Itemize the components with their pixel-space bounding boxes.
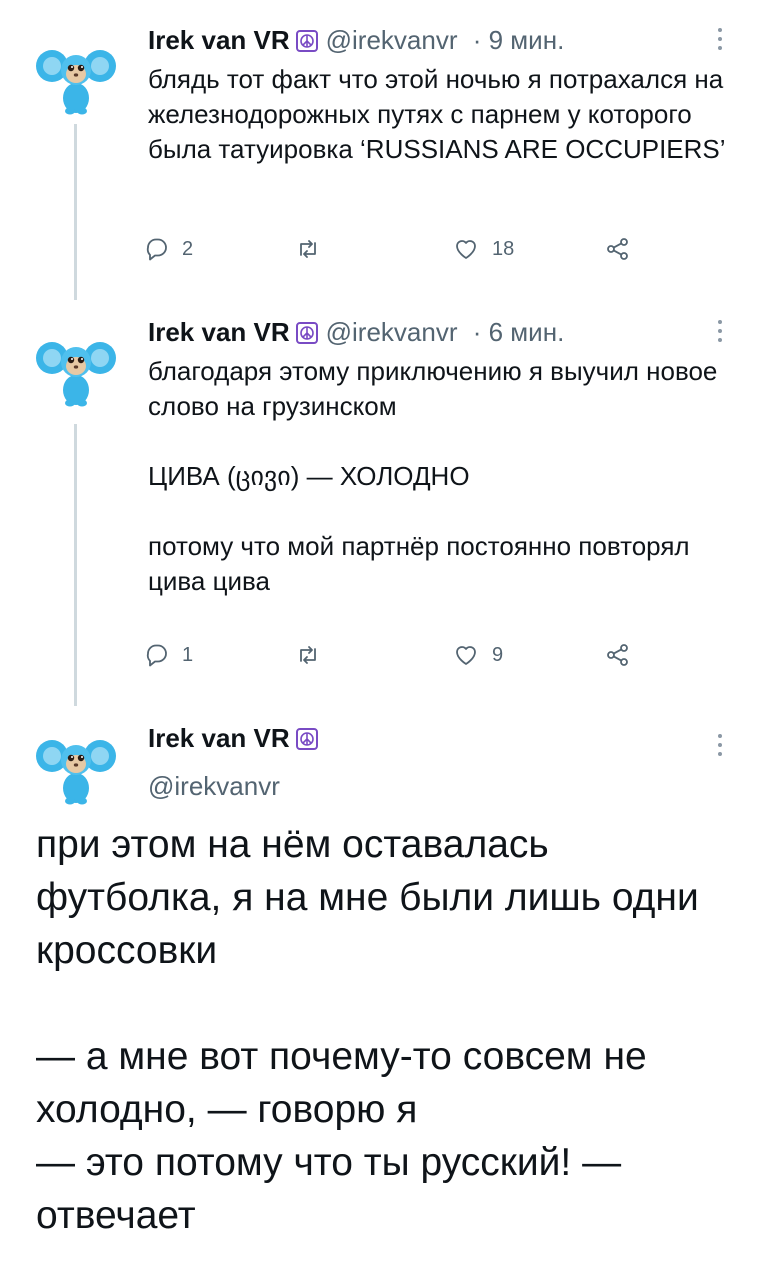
timestamp[interactable]: 9 мин. xyxy=(489,25,565,55)
heart-icon xyxy=(456,240,476,259)
retweet-button[interactable] xyxy=(294,234,334,264)
tweet-header: Irek van VR @irekvanvr · 6 мин. xyxy=(148,317,565,347)
timestamp[interactable]: 6 мин. xyxy=(489,317,565,347)
username[interactable]: @irekvanvr xyxy=(326,25,458,55)
retweet-icon xyxy=(300,646,316,664)
main-tweet-text: при этом на нём оставалась футболка, я н… xyxy=(36,823,699,1237)
heart-icon xyxy=(456,646,476,665)
retweet-icon xyxy=(300,240,316,258)
reply-icon xyxy=(146,644,167,667)
avatar[interactable] xyxy=(36,330,116,410)
reply-count: 1 xyxy=(182,643,194,666)
tweet-header: Irek van VR @irekvanvr · 9 мин. xyxy=(148,25,565,55)
avatar[interactable] xyxy=(36,728,116,808)
tweet-actions: 2 18 xyxy=(146,234,648,264)
share-button[interactable] xyxy=(604,640,632,670)
display-name[interactable]: Irek van VR xyxy=(148,317,290,347)
tweet-text: блядь тот факт что этой ночью я потрахал… xyxy=(148,64,726,164)
like-count: 18 xyxy=(492,237,515,260)
tweet-actions: 1 9 xyxy=(146,640,648,670)
more-icon[interactable] xyxy=(718,734,724,761)
username[interactable]: @irekvanvr xyxy=(148,770,280,802)
reply-icon xyxy=(146,238,167,261)
share-icon xyxy=(607,644,628,666)
retweet-button[interactable] xyxy=(294,640,334,670)
thread-line xyxy=(74,124,77,300)
like-count: 9 xyxy=(492,643,504,666)
display-name[interactable]: Irek van VR xyxy=(148,723,290,753)
peace-icon xyxy=(295,30,318,52)
more-icon[interactable] xyxy=(718,320,724,347)
author-name-row: Irek van VR xyxy=(148,722,318,754)
reply-button[interactable]: 2 xyxy=(142,234,193,264)
tweet-text: благодаря этому приключению я выучил нов… xyxy=(148,356,718,596)
avatar[interactable] xyxy=(36,38,116,118)
share-icon xyxy=(607,238,628,260)
username[interactable]: @irekvanvr xyxy=(326,317,458,347)
thread-line xyxy=(74,424,77,706)
peace-icon xyxy=(295,728,318,750)
reply-count: 2 xyxy=(182,237,194,260)
peace-icon xyxy=(295,322,318,344)
display-name[interactable]: Irek van VR xyxy=(148,25,290,55)
reply-button[interactable]: 1 xyxy=(142,640,193,670)
like-button[interactable]: 18 xyxy=(452,234,514,264)
share-button[interactable] xyxy=(604,234,632,264)
like-button[interactable]: 9 xyxy=(452,640,503,670)
more-icon[interactable] xyxy=(718,28,724,55)
